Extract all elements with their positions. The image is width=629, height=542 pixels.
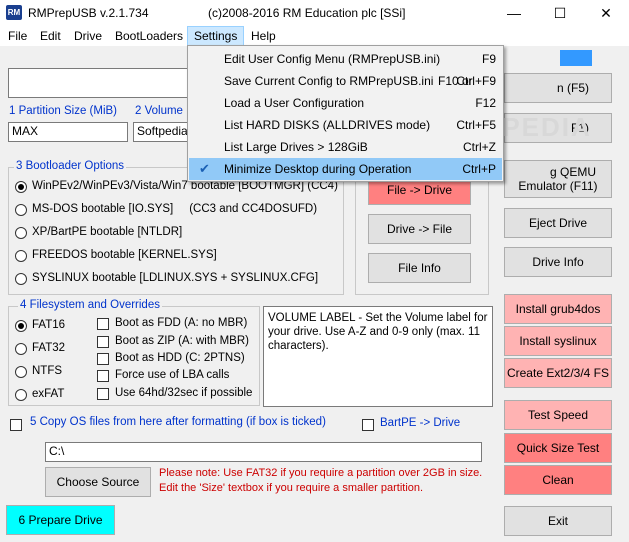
override-checkbox-lba[interactable] bbox=[97, 370, 109, 382]
fs-radio-exfat[interactable] bbox=[15, 389, 27, 401]
override-label-fdd: Boot as FDD (A: no MBR) bbox=[115, 317, 248, 329]
menu-minimize-desktop[interactable]: ✔ Minimize Desktop during Operation Ctrl… bbox=[189, 158, 502, 180]
bootloader-radio-xp[interactable] bbox=[15, 227, 27, 239]
drive-selection-highlight bbox=[560, 50, 592, 66]
bartpe-label: BartPE -> Drive bbox=[380, 417, 461, 429]
override-checkbox-64hd[interactable] bbox=[97, 388, 109, 400]
menu-list-hard-disks[interactable]: List HARD DISKS (ALLDRIVES mode) Ctrl+F5 bbox=[189, 114, 502, 136]
fs-option-ntfs: NTFS bbox=[32, 365, 63, 377]
override-checkbox-hdd[interactable] bbox=[97, 353, 109, 365]
clean-button[interactable]: Clean bbox=[504, 465, 612, 495]
menu-list-large-drives[interactable]: List Large Drives > 128GiB Ctrl+Z bbox=[189, 136, 502, 158]
note-line-1: Please note: Use FAT32 if you require a … bbox=[159, 467, 483, 479]
qemu-button-line2: Emulator (F11) bbox=[518, 179, 598, 193]
bootloader-radio-freedos[interactable] bbox=[15, 250, 27, 262]
refresh-button[interactable]: n (F5) bbox=[504, 73, 612, 103]
maximize-button[interactable]: ☐ bbox=[537, 0, 583, 26]
bootloader-option-syslinux: SYSLINUX bootable [LDLINUX.SYS + SYSLINU… bbox=[32, 272, 319, 284]
menu-help[interactable]: Help bbox=[245, 26, 282, 46]
qemu-button-line1: g QEMU bbox=[549, 165, 596, 179]
exit-button[interactable]: Exit bbox=[504, 506, 612, 536]
copy-os-label: 5 Copy OS files from here after formatti… bbox=[30, 416, 326, 428]
eject-drive-button[interactable]: Eject Drive bbox=[504, 208, 612, 238]
checkmark-icon: ✔ bbox=[199, 161, 210, 176]
bootloader-radio-msdos[interactable] bbox=[15, 204, 27, 216]
fs-option-fat16: FAT16 bbox=[32, 319, 66, 331]
note-line-2: Edit the 'Size' textbox if you require a… bbox=[159, 482, 424, 494]
settings-dropdown-menu: Edit User Config Menu (RMPrepUSB.ini) F9… bbox=[187, 45, 504, 182]
quick-size-test-button[interactable]: Quick Size Test bbox=[504, 433, 612, 463]
override-label-zip: Boot as ZIP (A: with MBR) bbox=[115, 335, 249, 347]
menu-drive[interactable]: Drive bbox=[68, 26, 108, 46]
volume-label-input[interactable]: Softpedia bbox=[133, 122, 193, 142]
fs-option-exfat: exFAT bbox=[32, 388, 65, 400]
app-icon: RM bbox=[6, 5, 22, 20]
fs-radio-fat32[interactable] bbox=[15, 343, 27, 355]
help-info-box: VOLUME LABEL - Set the Volume label for … bbox=[263, 306, 493, 407]
menu-edit[interactable]: Edit bbox=[34, 26, 67, 46]
menu-save-config[interactable]: Save Current Config to RMPrepUSB.ini F10… bbox=[189, 70, 502, 92]
bootloader-radio-winpe[interactable] bbox=[15, 181, 27, 193]
menu-settings[interactable]: Settings bbox=[187, 26, 245, 46]
install-grub4dos-button[interactable]: Install grub4dos bbox=[504, 294, 612, 324]
install-syslinux-button[interactable]: Install syslinux bbox=[504, 326, 612, 356]
test-speed-button[interactable]: Test Speed bbox=[504, 400, 612, 430]
partition-size-label: 1 Partition Size (MiB) bbox=[9, 105, 118, 117]
bootloader-option-xp: XP/BartPE bootable [NTLDR] bbox=[32, 226, 183, 238]
menu-load-config[interactable]: Load a User Configuration F12 bbox=[189, 92, 502, 114]
bootloader-option-msdos: MS-DOS bootable [IO.SYS] (CC3 and CC4DOS… bbox=[32, 203, 318, 215]
choose-source-button[interactable]: Choose Source bbox=[45, 467, 151, 497]
close-button[interactable]: ✕ bbox=[583, 0, 629, 26]
create-ext-fs-button[interactable]: Create Ext2/3/4 FS bbox=[504, 358, 612, 388]
bartpe-checkbox[interactable] bbox=[362, 419, 374, 431]
window-copyright: (c)2008-2016 RM Education plc [SSi] bbox=[208, 6, 406, 20]
prepare-drive-button[interactable]: 6 Prepare Drive bbox=[6, 505, 115, 535]
drive-to-file-button[interactable]: Drive -> File bbox=[368, 214, 471, 244]
copy-os-checkbox[interactable] bbox=[10, 419, 22, 431]
minimize-button[interactable]: — bbox=[491, 0, 537, 26]
override-label-64hd: Use 64hd/32sec if possible bbox=[115, 387, 253, 399]
override-label-hdd: Boot as HDD (C: 2PTNS) bbox=[115, 352, 245, 364]
filesystem-group-title: 4 Filesystem and Overrides bbox=[18, 299, 162, 311]
file-info-button[interactable]: File Info bbox=[368, 253, 471, 283]
window-title: RMPrepUSB v.2.1.734 bbox=[28, 6, 149, 20]
partition-size-input[interactable]: MAX bbox=[8, 122, 128, 142]
fs-radio-fat16[interactable] bbox=[15, 320, 27, 332]
menu-file[interactable]: File bbox=[2, 26, 33, 46]
bootloader-radio-syslinux[interactable] bbox=[15, 273, 27, 285]
override-label-lba: Force use of LBA calls bbox=[115, 369, 230, 381]
qemu-emulator-button[interactable]: g QEMU Emulator (F11) bbox=[504, 160, 612, 198]
override-checkbox-zip[interactable] bbox=[97, 336, 109, 348]
source-path-input[interactable]: C:\ bbox=[45, 442, 482, 462]
bootloader-group-title: 3 Bootloader Options bbox=[14, 160, 127, 172]
menu-bootloaders[interactable]: BootLoaders bbox=[109, 26, 189, 46]
fs-radio-ntfs[interactable] bbox=[15, 366, 27, 378]
fs-option-fat32: FAT32 bbox=[32, 342, 66, 354]
volume-label-label: 2 Volume L bbox=[135, 105, 193, 117]
drive-info-button[interactable]: Drive Info bbox=[504, 247, 612, 277]
menu-edit-user-config[interactable]: Edit User Config Menu (RMPrepUSB.ini) F9 bbox=[189, 48, 502, 70]
bootloader-option-freedos: FREEDOS bootable [KERNEL.SYS] bbox=[32, 249, 217, 261]
override-checkbox-fdd[interactable] bbox=[97, 318, 109, 330]
